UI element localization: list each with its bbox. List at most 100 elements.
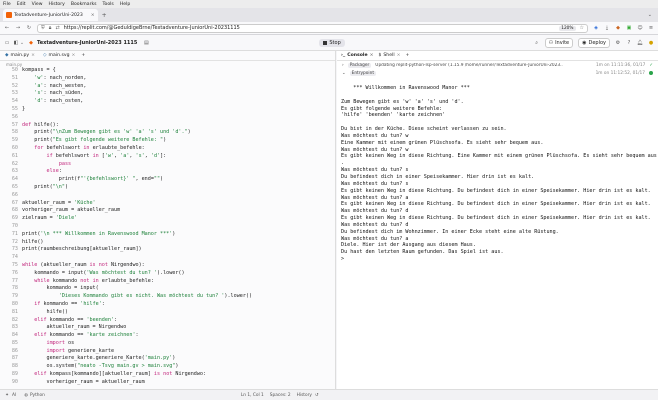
status-bar: ✦ AI ◍ Python Ln 1, Col 1 Spaces: 2 Hist… — [0, 389, 658, 400]
addon-icon[interactable]: ▣ — [626, 25, 632, 31]
chevron-icon[interactable]: › — [342, 63, 344, 68]
code-text: while (aktueller_raum is not Nirgendwo): — [22, 261, 145, 268]
close-icon[interactable]: × — [72, 53, 76, 58]
code-area[interactable]: 50 kompass = {51 'w': nach_norden, 52 'a':… — [0, 67, 335, 387]
menu-item-edit[interactable]: Edit — [17, 2, 26, 7]
repl-icon: ◆ — [29, 39, 33, 46]
menu-item-history[interactable]: History — [49, 2, 65, 7]
code-text: print(f"'{befehlswort}' ", end="") — [22, 176, 164, 183]
editor-pane: ◆ main.py × ◇ main.svg × + main.py 50 kompass =… — [0, 51, 336, 389]
code-line: 75 while (aktueller_raum is not Nirgendwo… — [0, 262, 335, 270]
code-text: def hilfe(): — [22, 121, 59, 128]
code-text: elif kommando == 'karte zeichnen': — [34, 332, 139, 339]
browser-tab[interactable]: Textadventure-JuniorUni-2023 × — [3, 9, 98, 21]
close-icon[interactable]: × — [397, 53, 401, 58]
add-tab-button[interactable]: + — [405, 53, 409, 58]
stop-button[interactable]: Stop — [319, 38, 345, 47]
deploy-button[interactable]: ◉ Deploy — [578, 37, 610, 48]
code-line: 70 — [0, 223, 335, 231]
cursor-position[interactable]: Ln 1, Col 1 — [241, 393, 264, 398]
stop-label: Stop — [329, 39, 341, 46]
permissions-icon: ⇄ — [55, 25, 60, 31]
sidebar-toggle-icon[interactable]: ▭ — [4, 40, 10, 46]
line-number: 54 — [11, 98, 18, 105]
bookmark-star-icon[interactable]: ☆ — [580, 25, 584, 31]
output-line: Was möchtest du tun? a — [341, 235, 409, 242]
menu-item-bookmarks[interactable]: Bookmarks — [71, 2, 97, 7]
close-tab-icon[interactable]: × — [91, 13, 95, 18]
deploy-label: Deploy — [588, 39, 606, 46]
menu-item-help[interactable]: Help — [120, 2, 130, 7]
code-text: hilfe() — [22, 238, 44, 245]
zoom-level[interactable]: 120% — [559, 25, 576, 31]
code-text: 'Dieses Kommando gibt es nicht. Was möch… — [58, 293, 253, 300]
tab-list-chevron-icon[interactable]: ⌄ — [648, 12, 652, 18]
line-number: 69 — [11, 215, 18, 222]
code-line: 88 os.system("neato -Tsvg main.gv > main… — [0, 363, 335, 371]
language-label[interactable]: Python — [30, 393, 45, 398]
repl-name[interactable]: Textadventure-JuniorUni-2023 1115 — [37, 40, 137, 46]
indent-setting[interactable]: Spaces: 2 — [270, 393, 291, 398]
chevron-down-icon[interactable]: ⌄ — [19, 40, 25, 46]
notifications-icon[interactable]: ⚙ — [615, 40, 621, 46]
line-number: 85 — [11, 339, 18, 346]
reload-icon[interactable]: ↻ — [26, 25, 32, 31]
avatar[interactable]: ● — [648, 40, 654, 46]
console-tab[interactable]: $ Shell × — [378, 53, 400, 58]
console-pane: ›_ Console × $ Shell × + › Packager Updating rep… — [337, 51, 658, 389]
menu-item-tools[interactable]: Tools — [103, 2, 114, 7]
line-number: 60 — [11, 144, 18, 151]
menu-icon[interactable]: ≡ — [648, 25, 654, 31]
extension-icon[interactable]: ◆ — [615, 25, 621, 31]
code-text: if befehlswort in ['w', 'a', 's', 'd']: — [46, 152, 167, 159]
output-line: Diele. Hier ist der Ausgang aus diesem H… — [341, 242, 476, 249]
bell-icon[interactable]: 🔔︎ — [637, 40, 643, 46]
forward-arrow-icon[interactable]: → — [15, 25, 21, 31]
menu-item-file[interactable]: File — [3, 2, 11, 7]
log-row[interactable]: ⌄ Entrypoint 1m on 11:12:52, 01/17 — [337, 69, 658, 77]
line-number: 79 — [11, 293, 18, 300]
log-row[interactable]: › Packager Updating replit-python-lsp-serv… — [337, 61, 658, 69]
back-arrow-icon[interactable]: ← — [4, 25, 10, 31]
code-text: kompass = { — [22, 67, 56, 73]
editor-tab[interactable]: ◇ main.svg × — [41, 53, 77, 58]
editor-tab-label: main.py — [10, 53, 30, 58]
log-text: Updating replit-python-lsp-server (1.15.… — [375, 62, 563, 68]
line-number: 88 — [11, 363, 18, 370]
editor-tab[interactable]: ◆ main.py × — [3, 53, 37, 58]
menu-item-view[interactable]: View — [32, 2, 43, 7]
output-line: Was möchtest du tun? s — [341, 167, 409, 174]
chevron-icon[interactable]: ⌄ — [342, 71, 346, 76]
profile-icon[interactable]: ☺ — [637, 25, 643, 31]
pocket-icon[interactable]: ◈ — [593, 25, 599, 31]
code-text: } — [22, 105, 26, 112]
history-button[interactable]: History — [297, 393, 312, 398]
search-icon[interactable]: ⌕ — [534, 40, 540, 46]
history-icon[interactable]: ↺ — [315, 393, 319, 398]
code-line: 65 print("\n") — [0, 184, 335, 192]
code-line: 85 import os — [0, 340, 335, 348]
address-bar[interactable]: ⛨ 🔒︎ ⇄ https://replit.com/@GeduldigeBrne… — [37, 23, 588, 33]
browser-navbar: ← → ↻ ⛨ 🔒︎ ⇄ https://replit.com/@Geduldi… — [0, 22, 658, 35]
sparkle-icon[interactable]: ✦ — [4, 393, 10, 398]
repl-info-icon[interactable]: ▤ — [143, 40, 149, 46]
close-icon[interactable]: × — [31, 53, 35, 58]
console-tab[interactable]: ›_ Console × — [341, 53, 373, 58]
line-number: 65 — [11, 183, 18, 190]
breadcrumb-file[interactable]: main.py — [6, 62, 22, 67]
new-tab-button[interactable]: + — [102, 12, 107, 19]
invite-button[interactable]: ⚇ Invite — [544, 37, 574, 48]
line-number: 63 — [11, 168, 18, 175]
console-output[interactable]: *** Willkommen in Ravenswood Manor *** Zu… — [337, 85, 658, 263]
code-line: 73 print(raumbeschreibung[aktueller_raum]… — [0, 246, 335, 254]
code-text: vorheriger_raum = aktueller_raum — [22, 207, 121, 214]
browser-tab-title: Textadventure-JuniorUni-2023 — [14, 12, 83, 18]
log-label: Entrypoint — [349, 70, 377, 76]
help-icon[interactable]: ? — [626, 40, 632, 46]
download-icon[interactable]: ⤓ — [604, 25, 610, 31]
line-number: 50 — [11, 67, 18, 73]
add-tab-button[interactable]: + — [81, 53, 85, 58]
close-icon[interactable]: × — [370, 53, 374, 58]
code-line: 83 aktueller_raum = Nirgendwo — [0, 324, 335, 332]
output-line: Es gibt folgende weitere Befehle: — [341, 105, 443, 112]
